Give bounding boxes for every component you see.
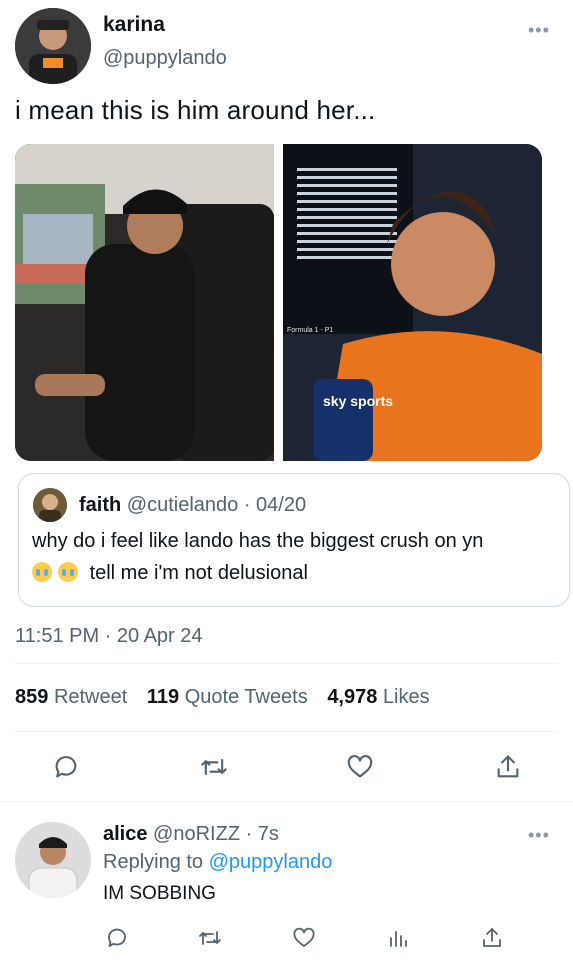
- section-divider: [0, 801, 573, 802]
- author-avatar[interactable]: [15, 8, 91, 84]
- divider: [15, 731, 558, 732]
- views-icon: [390, 931, 407, 947]
- reply-more-options-button[interactable]: •••: [528, 825, 550, 846]
- like-button[interactable]: [344, 751, 376, 783]
- reply-views-button[interactable]: [382, 922, 414, 954]
- author-handle[interactable]: @puppylando: [103, 47, 227, 70]
- divider: [15, 663, 558, 664]
- quoted-author-name: faith: [79, 494, 122, 516]
- reply-retweet-button[interactable]: [194, 922, 226, 954]
- quoted-tweet-text-line2: tell me i'm not delusional: [32, 562, 308, 585]
- crying-emoji-icon: [32, 562, 52, 582]
- tweet-timestamp[interactable]: 11:51 PM · 20 Apr 24: [15, 625, 203, 648]
- share-icon: [497, 755, 519, 778]
- reply-button[interactable]: [50, 751, 82, 783]
- reply-time[interactable]: · 7s: [246, 823, 279, 845]
- more-options-button[interactable]: •••: [528, 20, 550, 41]
- retweet-icon: [201, 758, 227, 776]
- tweet-photo-left[interactable]: [15, 144, 274, 461]
- reply-icon: [108, 928, 126, 947]
- heart-icon: [347, 755, 373, 778]
- reply-reply-button[interactable]: [101, 922, 133, 954]
- retweets-stat[interactable]: 859 Retweet: [15, 686, 127, 708]
- quoted-author-avatar: [33, 488, 67, 522]
- author-name[interactable]: karina: [103, 13, 165, 37]
- replying-to: Replying to @puppylando: [103, 851, 333, 873]
- likes-stat[interactable]: 4,978 Likes: [327, 686, 429, 708]
- mic-logo: sky sports: [323, 393, 393, 409]
- quoted-author-handle: @cutielando: [126, 494, 239, 516]
- replying-to-handle-link[interactable]: @puppylando: [209, 851, 333, 873]
- reply-share-button[interactable]: [476, 922, 508, 954]
- quoted-tweet-date: · 04/20: [243, 494, 307, 516]
- reply-like-button[interactable]: [288, 922, 320, 954]
- quoted-tweet-header: faith @cutielando · 04/20: [79, 494, 306, 517]
- heart-icon: [293, 927, 315, 947]
- tweet-photo-right[interactable]: Formula 1 - P1 sky sports: [283, 144, 542, 461]
- tweet-text: i mean this is him around her...: [15, 95, 376, 125]
- quote-tweets-stat[interactable]: 119 Quote Tweets: [147, 686, 308, 708]
- reply-author-name[interactable]: alice: [103, 823, 147, 845]
- reply-author-handle[interactable]: @noRIZZ: [153, 823, 240, 845]
- quoted-tweet-text-end: tell me i'm not delusional: [89, 562, 308, 584]
- crying-emoji-icon: [58, 562, 78, 582]
- engagement-stats: 859 Retweet 119 Quote Tweets 4,978 Likes: [15, 686, 430, 709]
- reply-icon: [55, 756, 77, 778]
- retweet-button[interactable]: [198, 751, 230, 783]
- share-button[interactable]: [492, 751, 524, 783]
- quoted-tweet-text: why do i feel like lando has the biggest…: [32, 530, 484, 552]
- share-icon: [483, 928, 501, 947]
- retweet-icon: [199, 931, 221, 945]
- reply-text: IM SOBBING: [103, 883, 216, 904]
- quoted-tweet[interactable]: faith @cutielando · 04/20 why do i feel …: [18, 473, 570, 607]
- reply-author-avatar[interactable]: [15, 822, 91, 898]
- screen-caption: Formula 1 - P1: [287, 327, 333, 334]
- reply-header: alice @noRIZZ · 7s: [103, 823, 279, 846]
